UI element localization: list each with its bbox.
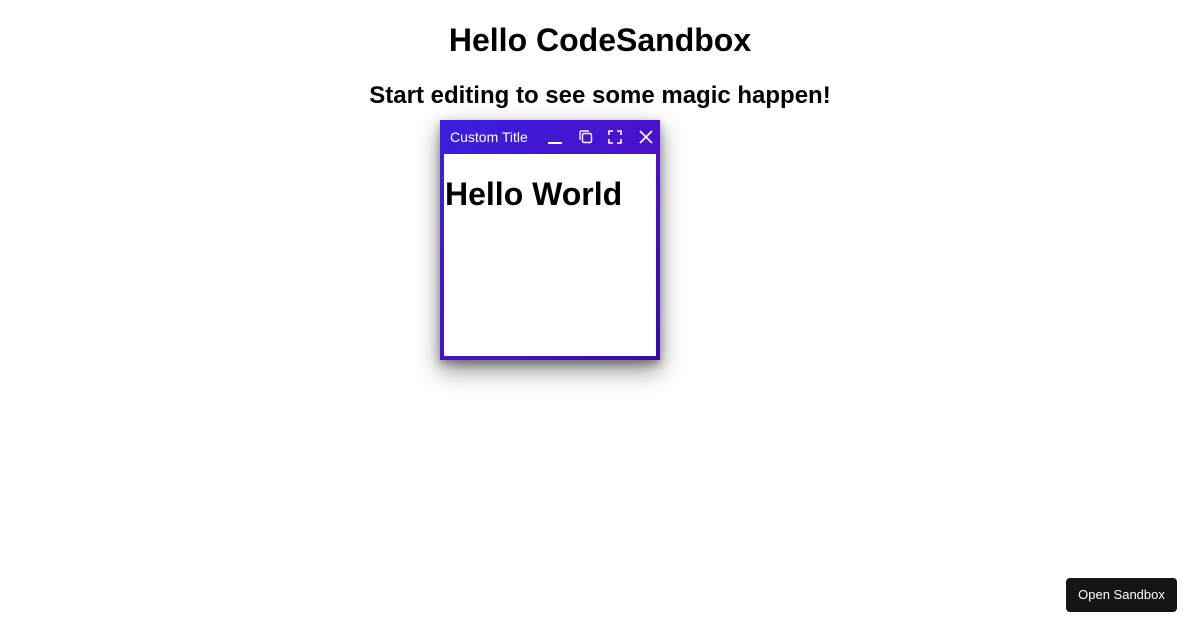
window-content: Hello World — [444, 154, 656, 356]
page-title: Hello CodeSandbox — [448, 22, 752, 58]
close-button[interactable] — [636, 127, 656, 147]
window-content-heading: Hello World — [445, 176, 623, 212]
maximize-button[interactable] — [605, 127, 625, 147]
minimize-icon — [548, 142, 562, 144]
open-sandbox-button[interactable]: Open Sandbox — [1066, 578, 1177, 612]
page-subtitle: Start editing to see some magic happen! — [369, 82, 831, 109]
restore-button[interactable] — [576, 127, 596, 147]
maximize-icon — [608, 130, 622, 144]
window-titlebar[interactable]: Custom Title — [440, 120, 660, 154]
close-icon — [639, 130, 653, 144]
restore-icon — [579, 130, 593, 144]
custom-window[interactable]: Custom Title Hello World — [440, 120, 660, 360]
minimize-button[interactable] — [545, 127, 565, 147]
window-title: Custom Title — [450, 129, 528, 145]
